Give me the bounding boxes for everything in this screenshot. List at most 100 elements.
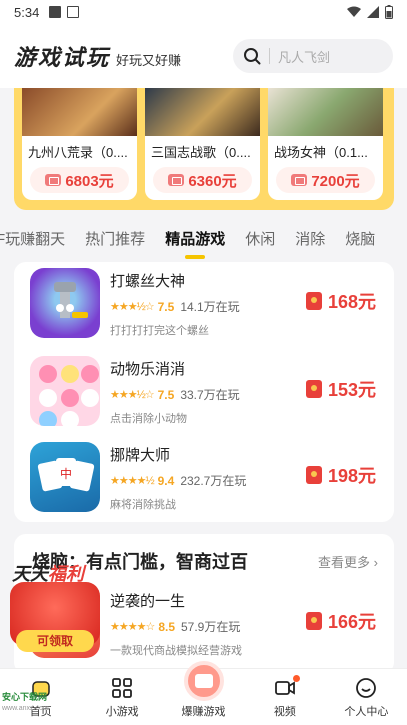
game-info: 动物乐消消 ★★★½☆ 7.5 33.7万在玩 点击消除小动物 (110, 358, 240, 426)
signal-icon (367, 6, 379, 18)
game-info: 逆袭的一生 ★★★★☆ 8.5 57.9万在玩 一款现代商战模拟经营游戏 (110, 590, 242, 658)
game-name: 挪牌大师 (110, 447, 171, 464)
game-name: 打螺丝大神 (110, 273, 186, 290)
promo-title-a: 天天 (12, 564, 48, 584)
game-info: 挪牌大师 ★★★★½ 9.4 232.7万在玩 麻将消除挑战 (110, 444, 246, 512)
nav-mini-games[interactable]: 小游戏 (81, 669, 162, 725)
tab-earn[interactable]: F玩赚翻天 (0, 228, 75, 249)
featured-game-art (145, 88, 260, 136)
rating-stars: ★★★★☆ (110, 621, 155, 633)
nav-label: 个人中心 (344, 706, 389, 718)
nav-video[interactable]: 视频 (244, 669, 325, 725)
featured-reward-amount: 6803元 (65, 172, 114, 190)
reward-badge[interactable]: 166元 (305, 608, 376, 634)
featured-reward: 7200元 (276, 167, 375, 193)
promo-title-b: 福利 (48, 564, 84, 584)
nav-hot-games[interactable]: 爆赚游戏 (163, 661, 244, 725)
game-name: 动物乐消消 (110, 361, 186, 378)
rating-score: 8.5 (158, 619, 175, 634)
featured-reward: 6803元 (30, 167, 129, 193)
featured-card[interactable]: 战场女神（0.1... 7200元 (268, 88, 383, 200)
tab-brain[interactable]: 烧脑 (335, 228, 385, 249)
reward-badge[interactable]: 198元 (305, 462, 376, 488)
page-title: 游戏试玩 (14, 45, 111, 70)
featured-strip: 九州八荒录（0.... 6803元 三国志战歌（0.... 6360元 战场女神… (14, 88, 394, 210)
reward-badge[interactable]: 168元 (305, 288, 376, 314)
tab-hot[interactable]: 热门推荐 (75, 228, 155, 249)
reward-amount: 153元 (327, 380, 376, 400)
screw-game-icon (30, 268, 100, 338)
game-description: 打打打打完这个螺丝 (110, 325, 209, 337)
featured-game-name: 九州八荒录（0.... (28, 145, 128, 160)
player-count: 57.9万在玩 (181, 620, 241, 634)
featured-card[interactable]: 九州八荒录（0.... 6803元 (22, 88, 137, 200)
see-more-link[interactable]: 查看更多 › (318, 552, 378, 571)
game-description: 麻将消除挑战 (110, 499, 176, 511)
tab-match[interactable]: 消除 (285, 228, 335, 249)
animal-match-icon (30, 356, 100, 426)
featured-card[interactable]: 三国志战歌（0.... 6360元 (145, 88, 260, 200)
rating-stars: ★★★½☆ (110, 301, 155, 313)
search-divider (269, 48, 270, 64)
reward-amount: 166元 (327, 612, 376, 632)
status-time: 5:34 (14, 4, 40, 20)
category-tabs: F玩赚翻天 热门推荐 精品游戏 休闲 消除 烧脑 (0, 216, 407, 260)
watermark: 安心下载网 www.anxz.com (2, 692, 49, 714)
battery-icon (385, 5, 393, 19)
red-envelope-icon (305, 380, 322, 398)
rating-stars: ★★★★½ (110, 475, 155, 487)
rating-score: 9.4 (157, 473, 175, 488)
player-count: 33.7万在玩 (180, 388, 240, 402)
featured-game-name: 战场女神（0.1... (274, 145, 368, 160)
reward-badge[interactable]: 153元 (305, 376, 376, 402)
game-list: 打螺丝大神 ★★★½☆ 7.5 14.1万在玩 打打打打完这个螺丝 168元 动… (14, 262, 394, 522)
featured-game-art (22, 88, 137, 136)
rating-score: 7.5 (157, 387, 175, 402)
game-meta: ★★★★☆ 8.5 57.9万在玩 (110, 618, 242, 635)
tab-premium[interactable]: 精品游戏 (155, 228, 235, 249)
coupon-icon (194, 674, 213, 688)
featured-reward: 6360元 (153, 167, 252, 193)
game-description: 一款现代商战模拟经营游戏 (110, 645, 242, 657)
page-subtitle: 好玩又好赚 (116, 52, 182, 68)
list-item[interactable]: 打螺丝大神 ★★★½☆ 7.5 14.1万在玩 打打打打完这个螺丝 168元 (14, 264, 394, 344)
red-envelope-icon (305, 612, 322, 630)
notification-icon (49, 6, 62, 18)
coupon-center-icon (183, 661, 224, 701)
nav-profile[interactable]: 个人中心 (326, 669, 407, 725)
app-header: 游戏试玩 好玩又好赚 凡人飞剑 (0, 24, 407, 88)
player-count: 232.7万在玩 (180, 474, 247, 488)
reward-amount: 198元 (327, 466, 376, 486)
bottom-nav: 首页 小游戏 爆赚游戏 视频 个人中心 (0, 661, 407, 725)
search-bar[interactable]: 凡人飞剑 (233, 39, 393, 73)
coupon-icon (291, 174, 308, 186)
red-envelope-icon (305, 292, 322, 310)
nav-label: 视频 (273, 706, 296, 718)
wifi-icon (347, 6, 361, 17)
watermark-url: www.anxz.com (2, 705, 49, 712)
game-meta: ★★★★½ 9.4 232.7万在玩 (110, 472, 246, 489)
profile-icon (356, 678, 377, 698)
list-item[interactable]: 中 挪牌大师 ★★★★½ 9.4 232.7万在玩 麻将消除挑战 198元 (14, 438, 394, 518)
daily-bonus-promo[interactable]: 天天福利 可领取 (6, 560, 102, 660)
game-name: 逆袭的一生 (110, 593, 186, 610)
nav-label: 爆赚游戏 (181, 706, 226, 718)
list-item[interactable]: 动物乐消消 ★★★½☆ 7.5 33.7万在玩 点击消除小动物 153元 (14, 352, 394, 432)
featured-reward-amount: 6360元 (188, 172, 237, 190)
red-envelope-icon (305, 466, 322, 484)
status-bar: 5:34 (0, 0, 407, 24)
svg-text:中: 中 (60, 466, 72, 481)
game-description: 点击消除小动物 (110, 413, 187, 425)
coupon-icon (168, 174, 185, 186)
search-placeholder[interactable]: 凡人飞剑 (278, 47, 330, 66)
claim-button[interactable]: 可领取 (16, 630, 94, 652)
game-meta: ★★★½☆ 7.5 33.7万在玩 (110, 386, 240, 403)
featured-reward-amount: 7200元 (311, 172, 360, 190)
watermark-title: 安心下载网 (2, 692, 48, 702)
rating-score: 7.5 (157, 299, 175, 314)
tab-casual[interactable]: 休闲 (235, 228, 285, 249)
rating-stars: ★★★½☆ (110, 389, 155, 401)
featured-game-name: 三国志战歌（0.... (151, 145, 251, 160)
game-meta: ★★★½☆ 7.5 14.1万在玩 (110, 298, 240, 315)
coupon-icon (45, 174, 62, 186)
